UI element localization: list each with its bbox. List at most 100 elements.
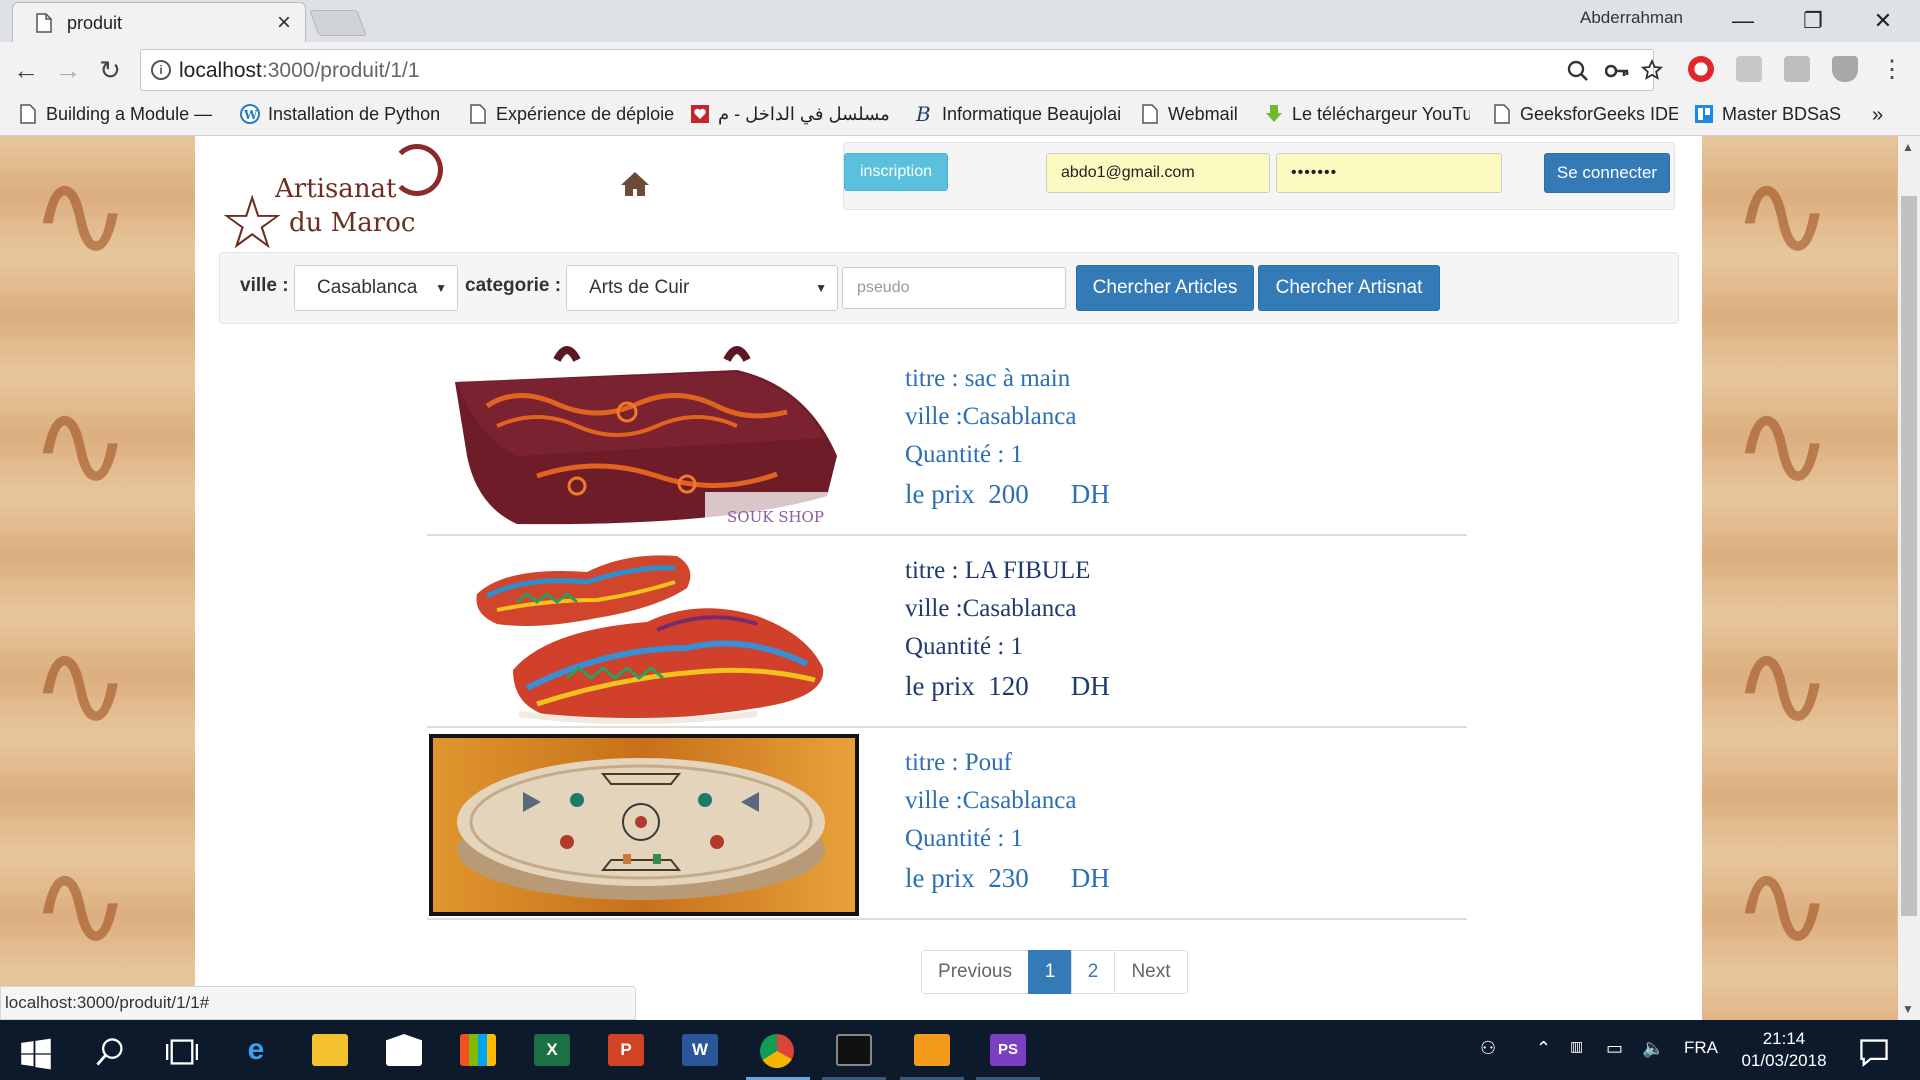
browser-tab-bar: produit × Abderrahman — ❐ ✕: [0, 0, 1920, 42]
powerpoint-icon[interactable]: P: [608, 1034, 644, 1066]
chevron-down-icon: ▼: [815, 281, 827, 295]
notifications-icon[interactable]: [1856, 1036, 1892, 1068]
product-image[interactable]: SOUK SHOP: [427, 346, 867, 534]
page-icon: [1142, 104, 1158, 124]
download-arrow-icon: [1266, 105, 1282, 122]
page-viewport: ∿ ∿ ∿ ∿ ∿ ∿ ∿ ∿ ☆ Artisanat du Maroc ins…: [0, 136, 1898, 1020]
chrome-icon[interactable]: [760, 1034, 794, 1068]
page-scrollbar[interactable]: ▲ ▼: [1898, 136, 1920, 1020]
pagination-page-2[interactable]: 2: [1071, 950, 1115, 994]
bookmarks-overflow-icon[interactable]: »: [1872, 104, 1902, 130]
bookmark-item[interactable]: GeeksforGeeks IDE: [1492, 104, 1678, 130]
heart-icon: [691, 105, 709, 123]
status-bar-url: localhost:3000/produit/1/1#: [0, 986, 636, 1020]
bookmark-item[interactable]: Building a Module —: [18, 104, 222, 130]
bookmark-item[interactable]: مسلسل في الداخل - م: [690, 104, 896, 130]
forward-arrow-icon[interactable]: →: [50, 52, 86, 88]
page-icon: [470, 104, 486, 124]
product-title: titre : sac à main: [905, 365, 1071, 392]
info-icon[interactable]: i: [151, 60, 171, 80]
volume-icon[interactable]: 🔈: [1642, 1038, 1664, 1059]
page-icon: [36, 13, 52, 33]
scrollbar-thumb[interactable]: [1901, 196, 1917, 916]
b-logo-icon: B: [915, 104, 931, 124]
categorie-select[interactable]: Arts de Cuir ▼: [566, 265, 838, 311]
pagination-next[interactable]: Next: [1114, 950, 1188, 994]
chrome-menu-icon[interactable]: ⋮: [1874, 52, 1910, 88]
terminal-icon[interactable]: [836, 1034, 872, 1066]
bookmark-item[interactable]: Expérience de déploie: [468, 104, 674, 130]
browser-tab[interactable]: produit ×: [12, 2, 306, 42]
file-explorer-icon[interactable]: [312, 1034, 348, 1066]
chercher-articles-button[interactable]: Chercher Articles: [1076, 265, 1254, 311]
product-ville: ville :Casablanca: [905, 403, 1077, 430]
search-icon[interactable]: [92, 1036, 128, 1068]
trello-icon: [1695, 105, 1713, 123]
address-bar[interactable]: i localhost:3000/produit/1/1: [140, 49, 1663, 91]
tab-close-icon[interactable]: ×: [277, 9, 291, 37]
ville-select[interactable]: Casablanca ▼: [294, 265, 458, 311]
new-tab-button[interactable]: [309, 10, 367, 36]
bookmark-item[interactable]: Le téléchargeur YouTube: [1264, 104, 1470, 130]
inscription-button[interactable]: inscription: [844, 153, 948, 191]
windows-start-icon[interactable]: [18, 1038, 54, 1070]
tab-title: produit: [67, 13, 123, 33]
connect-button[interactable]: Se connecter: [1544, 153, 1670, 193]
product-ville: ville :Casablanca: [905, 595, 1077, 622]
pagination-page-1[interactable]: 1: [1028, 950, 1072, 994]
bookmarks-bar: Building a Module — W Installation de Pyt…: [0, 98, 1920, 136]
site-logo[interactable]: ☆ Artisanat du Maroc: [219, 144, 449, 260]
browser-toolbar: ← → ↻ i localhost:3000/produit/1/1 ⋮: [0, 42, 1920, 98]
bookmark-star-icon[interactable]: [1641, 59, 1663, 81]
home-icon[interactable]: [619, 168, 651, 200]
password-field[interactable]: •••••••: [1276, 153, 1502, 193]
key-icon[interactable]: [1605, 62, 1629, 80]
product-price: le prix 200 DH: [905, 479, 1110, 509]
pseudo-input[interactable]: pseudo: [842, 267, 1066, 309]
foxit-pdf-icon[interactable]: [914, 1034, 950, 1066]
clock[interactable]: 21:14 01/03/2018: [1736, 1028, 1832, 1072]
mail-icon[interactable]: [386, 1034, 422, 1066]
people-icon[interactable]: ⚇: [1480, 1038, 1496, 1059]
product-image[interactable]: [427, 730, 867, 918]
minimize-button[interactable]: —: [1718, 4, 1768, 38]
bookmark-item[interactable]: B Informatique Beaujolais: [914, 104, 1120, 130]
inbox-extension-icon[interactable]: [1736, 56, 1762, 82]
url-text[interactable]: localhost:3000/produit/1/1: [179, 59, 420, 83]
scroll-up-icon[interactable]: ▲: [1902, 140, 1914, 154]
bookmark-item[interactable]: Webmail: [1140, 104, 1260, 130]
product-info: titre : LA FIBULE ville :Casablanca Quan…: [905, 552, 1110, 706]
task-view-icon[interactable]: [164, 1036, 200, 1068]
network-icon[interactable]: ▥: [1570, 1038, 1583, 1055]
zoom-search-icon[interactable]: [1567, 60, 1589, 82]
save-extension-icon[interactable]: [1784, 56, 1810, 82]
store-icon[interactable]: [460, 1034, 496, 1066]
restore-button[interactable]: ❐: [1788, 4, 1838, 38]
product-info: titre : Pouf ville :Casablanca Quantité …: [905, 744, 1110, 898]
edge-icon[interactable]: e: [238, 1034, 274, 1066]
excel-icon[interactable]: X: [534, 1034, 570, 1066]
language-indicator[interactable]: FRA: [1684, 1038, 1718, 1058]
shield-extension-icon[interactable]: [1832, 56, 1858, 82]
phpstorm-icon[interactable]: PS: [990, 1034, 1026, 1066]
close-window-button[interactable]: ✕: [1858, 4, 1908, 38]
back-arrow-icon[interactable]: ←: [8, 52, 44, 88]
ville-label: ville :: [240, 275, 289, 296]
battery-icon[interactable]: ▭: [1606, 1038, 1623, 1059]
reload-icon[interactable]: ↻: [92, 52, 128, 88]
product-image[interactable]: [427, 538, 867, 726]
scroll-down-icon[interactable]: ▼: [1902, 1002, 1914, 1016]
email-field[interactable]: abdo1@gmail.com: [1046, 153, 1270, 193]
page-icon: [20, 104, 36, 124]
chevron-up-icon[interactable]: ⌃: [1536, 1038, 1551, 1059]
opera-extension-icon[interactable]: [1688, 56, 1714, 82]
product-card: titre : LA FIBULE ville :Casablanca Quan…: [427, 538, 1467, 728]
bookmark-item[interactable]: W Installation de Python: [240, 104, 446, 130]
pagination-previous[interactable]: Previous: [921, 950, 1029, 994]
profile-name[interactable]: Abderrahman: [1580, 8, 1683, 28]
word-icon[interactable]: W: [682, 1034, 718, 1066]
windows-taskbar: e X P W PS ⚇ ⌃ ▥ ▭ 🔈 FRA 21:14 01/03/201…: [0, 1020, 1920, 1080]
chercher-artisanat-button[interactable]: Chercher Artisnat: [1258, 265, 1440, 311]
logo-text-line2: du Maroc: [289, 208, 416, 238]
bookmark-item[interactable]: Master BDSaS: [1694, 104, 1860, 130]
